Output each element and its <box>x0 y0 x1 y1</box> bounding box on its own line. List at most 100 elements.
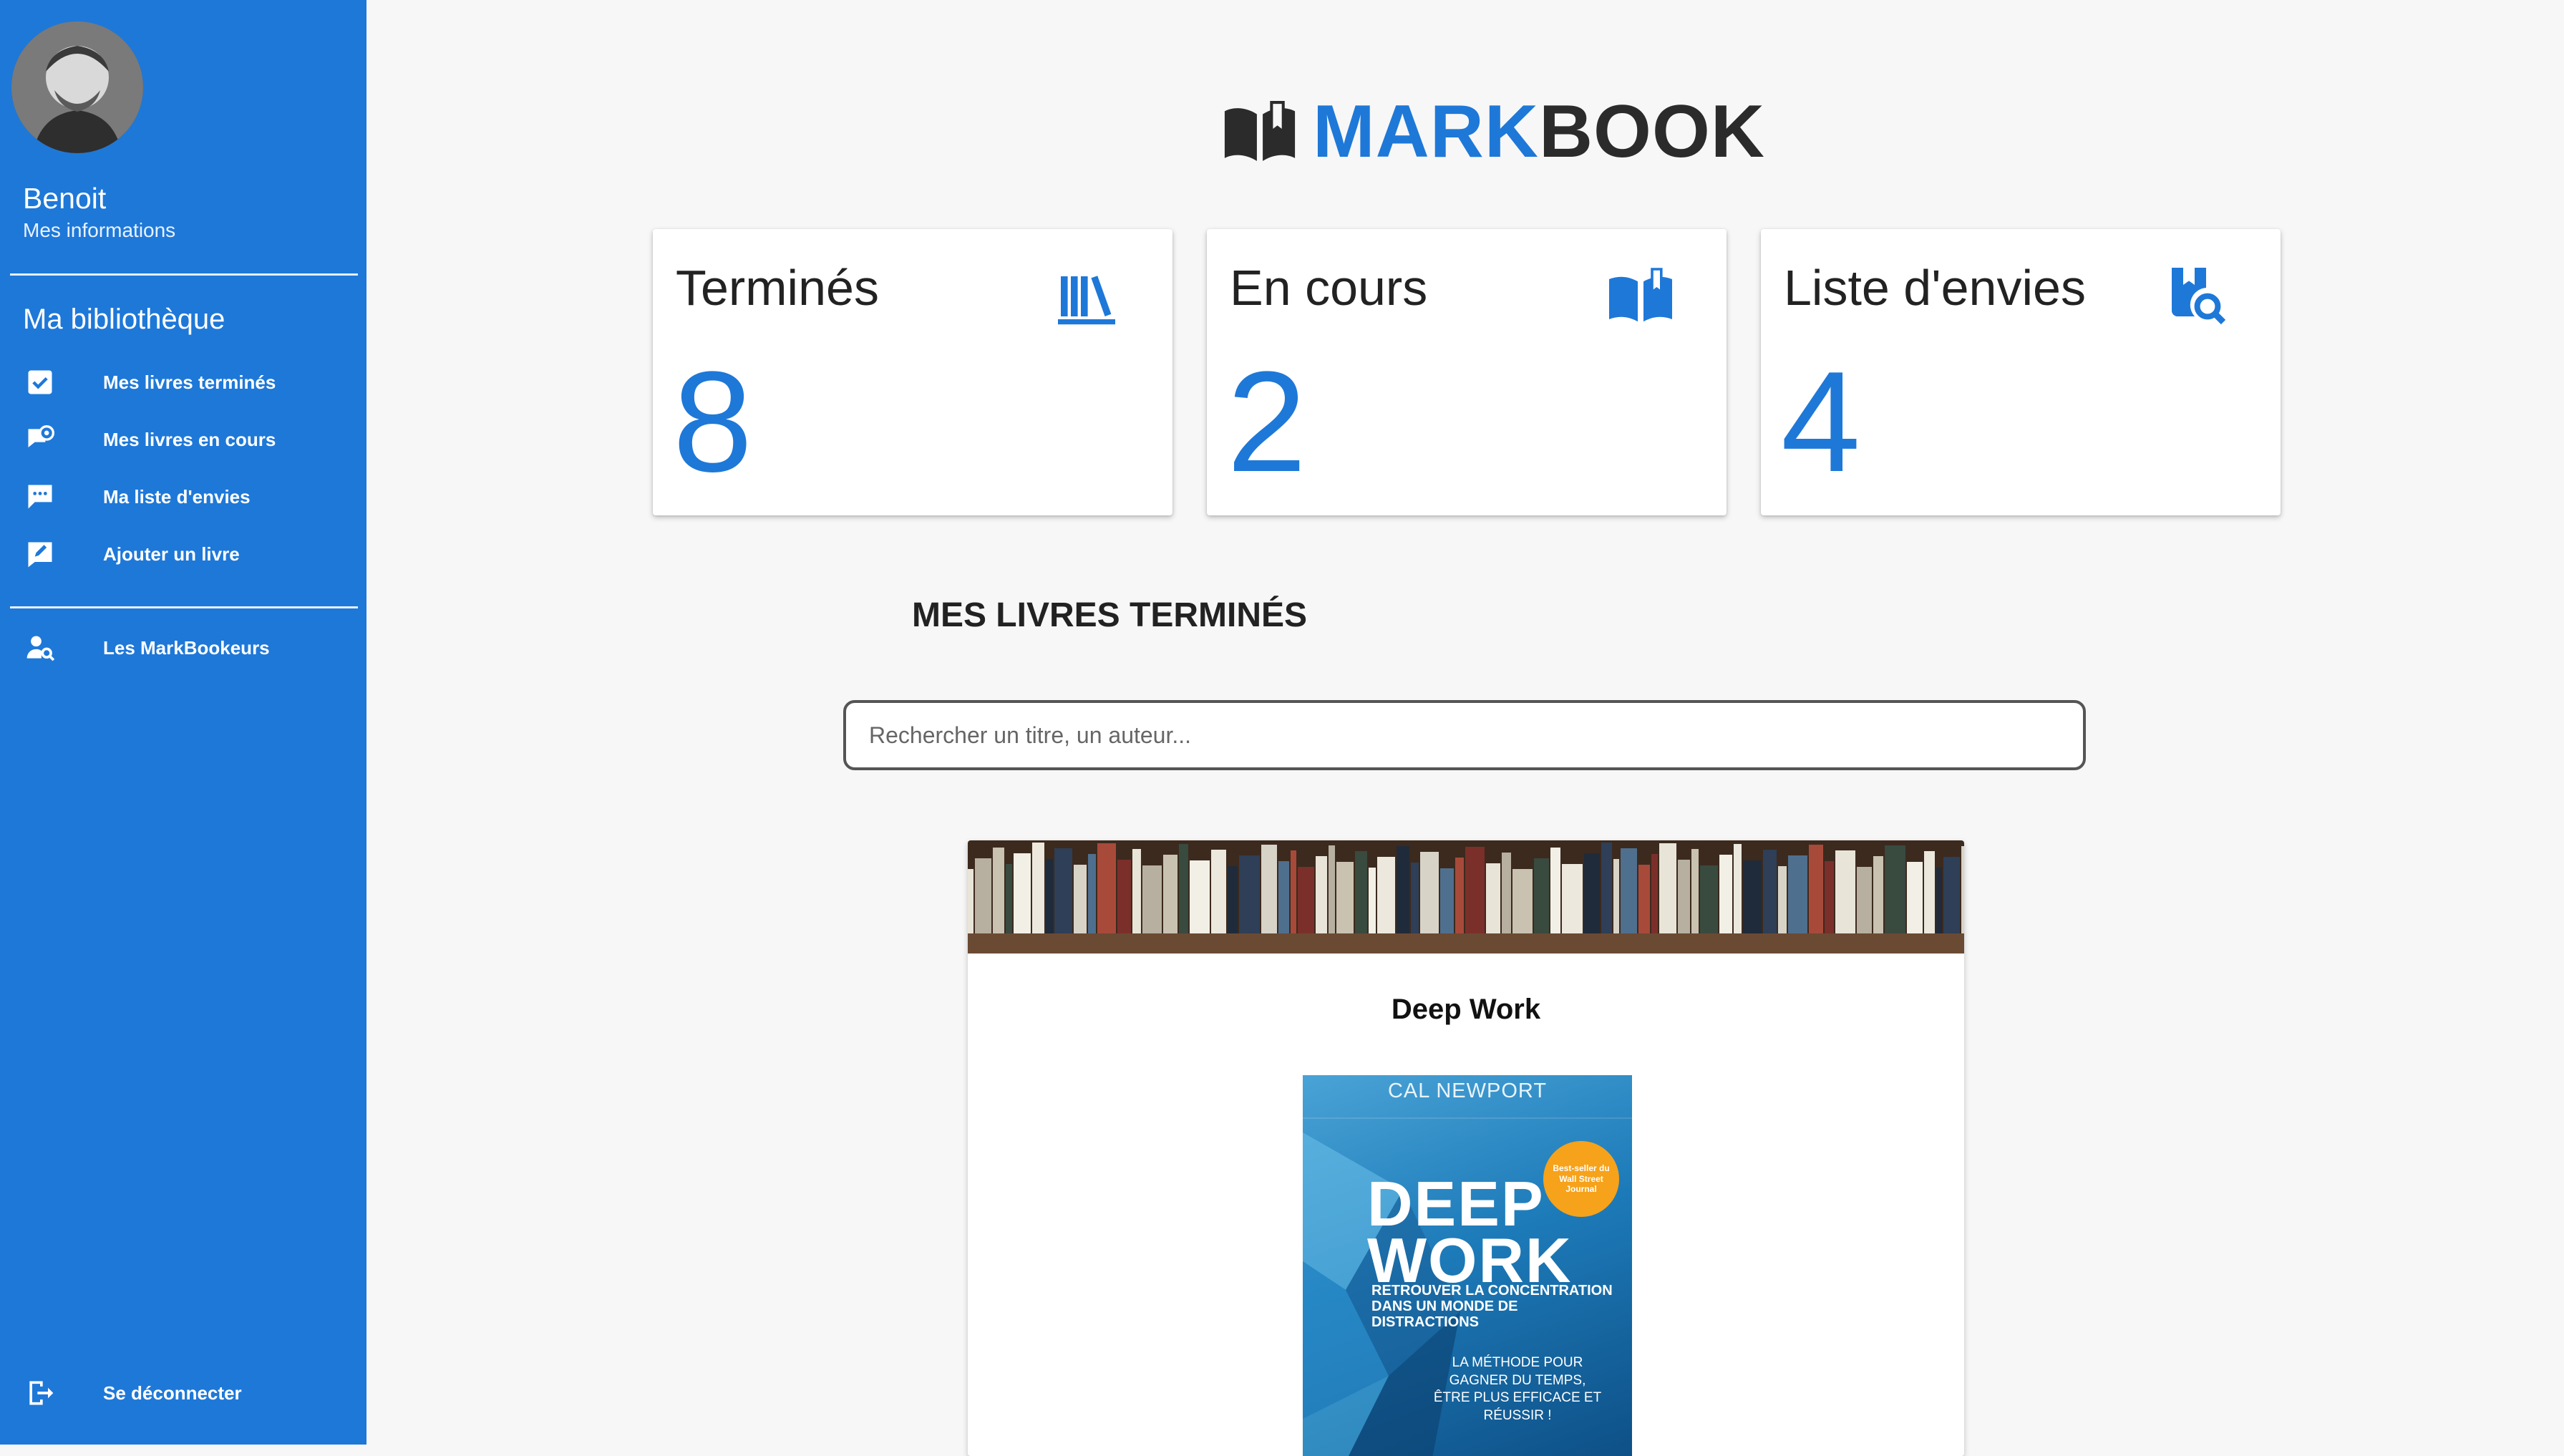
sidebar-item-label: Ma liste d'envies <box>103 485 251 508</box>
shelf-book-spine <box>1088 854 1096 933</box>
avatar[interactable] <box>11 21 143 153</box>
stat-card-wishlist[interactable]: Liste d'envies 4 <box>1761 229 2281 515</box>
shelf-book-spine <box>1369 868 1376 933</box>
shelf-book-spine <box>1329 845 1335 933</box>
shelf-book-spine <box>968 869 973 933</box>
shelf-book-spine <box>1397 846 1409 933</box>
shelf-book-spine <box>1097 843 1116 933</box>
cover-title: DEEP WORK <box>1367 1168 1573 1296</box>
shelf-book-spine <box>1298 867 1314 933</box>
shelf-book-spine <box>1651 854 1658 933</box>
book-title: Deep Work <box>1391 994 1541 1025</box>
shelf-book-spine <box>1074 865 1087 933</box>
sidebar-item-label: Ajouter un livre <box>103 543 240 565</box>
shelf-book-spine <box>1601 843 1612 933</box>
shelf-book-spine <box>1420 852 1439 933</box>
shelf-book-spine <box>1659 843 1676 933</box>
shelf-book-spine <box>1907 862 1923 933</box>
shelf-book-spine <box>975 858 991 933</box>
stat-card-in-progress[interactable]: En cours 2 <box>1207 229 1727 515</box>
shelf-book-spine <box>1211 850 1226 933</box>
shelf-book-spine <box>1678 860 1690 933</box>
stat-card-finished[interactable]: Terminés 8 <box>653 229 1172 515</box>
shelf-book-spine <box>1261 845 1277 933</box>
sidebar-item-markbookeurs[interactable]: Les MarkBookeurs <box>0 625 366 671</box>
shelf-book-spine <box>993 848 1004 933</box>
user-name: Benoit <box>23 182 107 215</box>
shelf-book-spine <box>1719 855 1732 933</box>
shelf-book-spine <box>1778 866 1787 933</box>
shelf-book-spine <box>1190 860 1210 933</box>
cover-subtitle: RETROUVER LA CONCENTRATION DANS UN MONDE… <box>1371 1283 1613 1330</box>
shelf-book-spine <box>1502 853 1511 933</box>
bookshelf-icon <box>1052 262 1121 331</box>
section-heading: MES LIVRES TERMINÉS <box>911 596 1308 634</box>
shelf-book-spine <box>1943 857 1960 933</box>
card-title: En cours <box>1230 260 1428 316</box>
logout-icon <box>23 1376 57 1410</box>
shelf-book-spine <box>1291 850 1296 933</box>
shelf-book-spine <box>1179 844 1188 933</box>
edit-icon <box>23 537 57 571</box>
chat-bubble-icon <box>23 480 57 514</box>
shelf-book-spine <box>1613 859 1619 933</box>
shelf-book-spine <box>1336 862 1354 933</box>
shelf-book-spine <box>1700 865 1718 933</box>
sidebar-item-finished[interactable]: Mes livres terminés <box>0 359 366 405</box>
shelf-book-spine <box>1355 851 1367 933</box>
brand-book: BOOK <box>1538 89 1765 173</box>
shelf-book-spine <box>1228 866 1238 933</box>
shelf-book-spine <box>1638 865 1650 933</box>
shelf-book-spine <box>1924 851 1935 933</box>
shelf-book-spine <box>1132 849 1141 933</box>
shelf-book-spine <box>1534 858 1549 933</box>
shelf-book-spine <box>1142 865 1162 933</box>
shelf-book-spine <box>1809 845 1823 933</box>
book-cover[interactable]: CAL NEWPORT Best-seller du Wall Street J… <box>1303 1075 1632 1456</box>
shelf-book-spine <box>1584 853 1600 933</box>
sidebar-item-add-book[interactable]: Ajouter un livre <box>0 531 366 577</box>
in-progress-count: 2 <box>1227 342 1307 502</box>
shelf-book-spine <box>1032 843 1044 933</box>
sidebar: Benoit Mes informations Ma bibliothèque … <box>0 0 366 1445</box>
book-card[interactable]: Deep Work CAL NEWPORT Best-seller du Wal… <box>968 840 1964 1456</box>
cover-tagline: LA MÉTHODE POUR GAGNER DU TEMPS, ÊTRE PL… <box>1433 1355 1602 1424</box>
sidebar-item-wishlist[interactable]: Ma liste d'envies <box>0 474 366 520</box>
shelf-book-spine <box>1825 861 1834 933</box>
search-input[interactable] <box>843 700 2086 770</box>
shelf-book-spine <box>1936 868 1942 933</box>
shelf-book-spine <box>1316 856 1327 933</box>
card-title: Liste d'envies <box>1784 260 2086 316</box>
eye-comment-icon <box>23 422 57 457</box>
sidebar-item-label: Mes livres en cours <box>103 428 276 450</box>
shelf-book-spine <box>1006 864 1012 933</box>
shelf-book-spine <box>1734 844 1742 933</box>
cover-author: CAL NEWPORT <box>1387 1079 1548 1102</box>
sidebar-divider <box>10 606 358 608</box>
shelf-book-spine <box>1117 860 1131 933</box>
shelf-book-spine <box>1743 860 1762 933</box>
shelf-book-spine <box>1411 863 1419 933</box>
sidebar-item-label: Se déconnecter <box>103 1382 242 1404</box>
shelf-book-spine <box>1486 863 1500 933</box>
shelf-book-spine <box>1562 864 1583 933</box>
shelf-book-spine <box>1550 848 1560 933</box>
shelf-book-spine <box>1465 847 1485 933</box>
shelf-book-spine <box>1440 868 1454 933</box>
card-title: Terminés <box>676 260 879 316</box>
shelf-book-spine <box>1046 859 1053 933</box>
sidebar-item-in-progress[interactable]: Mes livres en cours <box>0 417 366 462</box>
logout-button[interactable]: Se déconnecter <box>0 1370 366 1416</box>
shelf-book-spine <box>1857 867 1872 933</box>
shelf-book-spine <box>1278 861 1289 933</box>
wishlist-count: 4 <box>1781 342 1861 502</box>
shelf-book-spine <box>1621 848 1637 933</box>
shelf-book-spine <box>1377 857 1395 933</box>
finished-count: 8 <box>673 342 753 502</box>
shelf-book-spine <box>1961 846 1964 933</box>
open-book-icon <box>1606 262 1675 331</box>
my-info-link[interactable]: Mes informations <box>23 219 175 242</box>
library-section-title: Ma bibliothèque <box>23 304 225 335</box>
book-reader-icon <box>1224 101 1296 161</box>
sidebar-item-label: Les MarkBookeurs <box>103 636 270 659</box>
